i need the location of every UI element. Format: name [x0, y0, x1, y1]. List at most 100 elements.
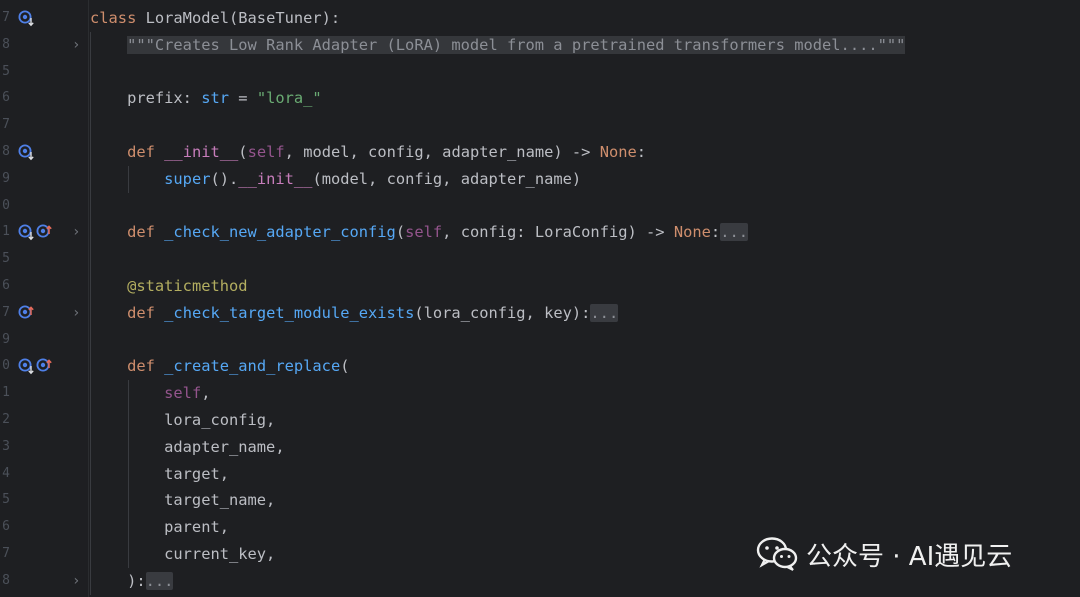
code-text: prefix: str = "lora_" [90, 85, 322, 112]
overrides-method-icon[interactable] [18, 305, 35, 322]
fold-chevron-icon[interactable]: › [72, 300, 80, 327]
code-line[interactable]: 1 self, [0, 380, 1080, 407]
watermark: 公众号 · AI遇见云 [756, 532, 1012, 576]
code-line[interactable]: 6 @staticmethod [0, 273, 1080, 300]
code-token: str [201, 89, 230, 108]
code-token: (). [210, 169, 239, 188]
line-number: 8 [2, 572, 10, 588]
code-line[interactable]: 5 target_name, [0, 487, 1080, 514]
code-token: ): [90, 571, 146, 590]
code-line[interactable]: 1 › def _check_new_adapter_config(self, c… [0, 219, 1080, 246]
line-number: 7 [2, 10, 10, 25]
line-number: 0 [2, 197, 10, 213]
line-number: 9 [2, 170, 10, 186]
code-text: @staticmethod [90, 273, 248, 300]
folded-region[interactable]: ... [720, 223, 748, 242]
fold-chevron-icon[interactable]: › [72, 219, 80, 246]
code-line[interactable]: 8 def __init__(self, model, config, adap… [0, 139, 1080, 166]
gutter-icons [18, 219, 53, 246]
code-line[interactable]: 4 target, [0, 461, 1080, 488]
code-text: current_key, [90, 541, 275, 568]
line-number: 7 [2, 117, 10, 133]
code-line[interactable]: 0 [0, 193, 1080, 220]
code-token: ( [395, 223, 406, 242]
gutter-icons [18, 300, 35, 327]
code-token: def [127, 143, 165, 161]
code-token: prefix: [90, 89, 202, 108]
code-token: super [164, 169, 211, 188]
code-token: ( [340, 357, 350, 376]
code-token: (lora_config, key): [414, 303, 591, 322]
code-token: self [405, 223, 443, 242]
code-line[interactable]: 5 [0, 246, 1080, 273]
gutter-icons [18, 353, 53, 380]
code-text: lora_config, [90, 407, 275, 434]
line-number: 8 [2, 36, 10, 52]
code-token: self [247, 143, 285, 161]
overridden-method-icon[interactable] [18, 358, 35, 375]
code-line[interactable]: 5 [0, 59, 1080, 86]
code-text: class LoraModel(BaseTuner): [90, 5, 340, 32]
code-line[interactable]: 2 lora_config, [0, 407, 1080, 434]
overridden-method-icon[interactable] [18, 10, 35, 27]
code-editor[interactable]: 7 class LoraModel(BaseTuner): 8 › """Create… [0, 0, 1080, 597]
code-line[interactable]: 8 › """Creates Low Rank Adapter (LoRA) mo… [0, 32, 1080, 59]
folded-region[interactable]: ... [145, 571, 174, 590]
gutter-icons [18, 139, 35, 166]
code-token: __init__ [164, 143, 239, 161]
code-line[interactable]: 9 super().__init__(model, config, adapte… [0, 166, 1080, 193]
code-text: ):... [90, 568, 174, 595]
gutter-icons [18, 5, 35, 32]
overrides-method-icon[interactable] [36, 224, 53, 241]
fold-chevron-icon[interactable]: › [72, 32, 80, 59]
line-number: 7 [2, 304, 10, 320]
code-token: lora_config, [90, 411, 276, 429]
code-text: target_name, [90, 487, 275, 514]
code-token: ( [238, 143, 248, 161]
code-token: = [229, 89, 257, 108]
line-number: 1 [2, 385, 10, 401]
line-number: 6 [2, 519, 10, 535]
overridden-method-icon[interactable] [18, 144, 35, 161]
code-text: def _check_new_adapter_config(self, conf… [90, 219, 748, 246]
code-token: def [127, 223, 165, 242]
code-text: super().__init__(model, config, adapter_… [90, 166, 581, 193]
code-token: self [164, 384, 202, 403]
code-token: class [90, 9, 146, 27]
code-token: None [673, 223, 711, 242]
code-token: target_name, [90, 491, 276, 510]
code-token: @staticmethod [127, 277, 248, 295]
line-number: 5 [2, 251, 10, 267]
fold-chevron-icon[interactable]: › [72, 568, 80, 595]
code-token: : [636, 143, 647, 161]
code-line[interactable]: 0 def _create_and_replace( [0, 353, 1080, 380]
folded-region[interactable]: ... [590, 303, 619, 322]
line-number: 8 [2, 144, 10, 159]
code-line[interactable]: 7 › def _check_target_module_exists(lora_… [0, 300, 1080, 327]
code-text: parent, [90, 514, 229, 541]
code-text: target, [90, 461, 229, 488]
code-line[interactable]: 7 class LoraModel(BaseTuner): [0, 5, 1080, 32]
code-line[interactable]: 6 prefix: str = "lora_" [0, 85, 1080, 112]
line-number: 7 [2, 546, 10, 561]
overrides-method-icon[interactable] [36, 358, 53, 375]
code-line[interactable]: 9 [0, 327, 1080, 354]
code-token: , config: LoraConfig) -> [442, 223, 674, 242]
code-token: (model, config, adapter_name) [312, 169, 582, 188]
code-token: adapter_name, [90, 437, 285, 456]
code-token: "lora_" [256, 89, 322, 108]
code-token: """Creates Low Rank Adapter (LoRA) model… [127, 35, 906, 54]
code-text: def __init__(self, model, config, adapte… [90, 139, 646, 166]
code-token: , [201, 384, 211, 403]
code-token: current_key, [90, 545, 276, 563]
code-line[interactable]: 3 adapter_name, [0, 434, 1080, 461]
code-line[interactable]: 7 [0, 112, 1080, 139]
overridden-method-icon[interactable] [18, 224, 35, 241]
